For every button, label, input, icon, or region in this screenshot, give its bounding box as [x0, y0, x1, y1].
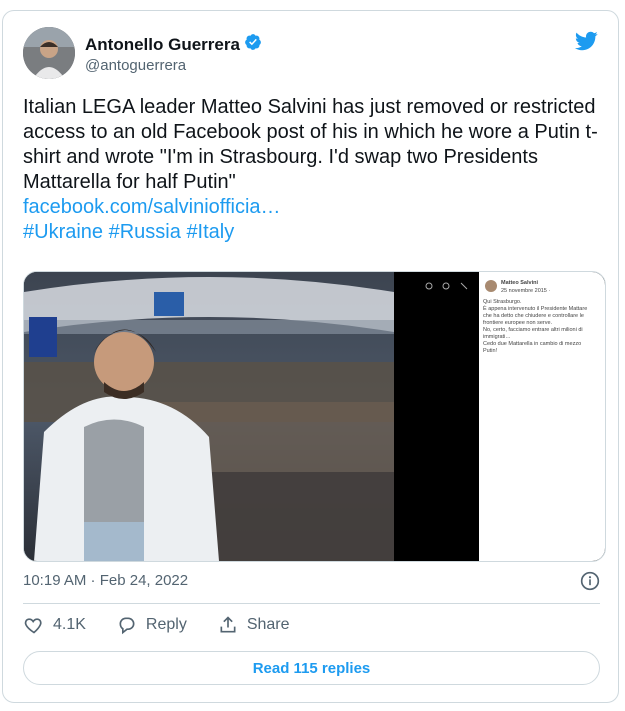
read-replies-label: Read 115 replies — [252, 659, 371, 677]
avatar[interactable] — [23, 27, 75, 79]
hashtag-russia[interactable]: #Russia — [109, 221, 181, 243]
read-replies-button[interactable]: Read 115 replies — [23, 651, 600, 685]
tweet-media-image[interactable]: Matteo Salvini 25 novembre 2015 · Qui St… — [23, 271, 606, 562]
hashtag-ukraine[interactable]: #Ukraine — [23, 221, 103, 243]
fb-avatar — [485, 280, 497, 292]
share-button[interactable]: Share — [217, 615, 290, 635]
author-name-text[interactable]: Antonello Guerrera — [85, 35, 240, 55]
tweet-link[interactable]: facebook.com/salviniofficia… — [23, 196, 281, 218]
twitter-bird-icon[interactable] — [572, 29, 600, 53]
fb-author: Matteo Salvini — [501, 280, 538, 286]
reply-button[interactable]: Reply — [116, 615, 187, 635]
hashtag-italy[interactable]: #Italy — [186, 221, 234, 243]
heart-icon — [24, 618, 42, 634]
share-icon — [220, 616, 236, 633]
fb-date: 25 novembre 2015 · — [501, 288, 550, 294]
fb-line-8: Putin! — [483, 348, 498, 354]
fb-line-4: frontiere europee non serve. — [483, 320, 553, 326]
tweet-timestamp[interactable]: 10:19 AM · Feb 24, 2022 — [23, 572, 188, 589]
info-icon[interactable] — [580, 571, 600, 591]
share-label: Share — [246, 616, 290, 633]
tweet-body: Italian LEGA leader Matteo Salvini has j… — [23, 96, 598, 193]
fb-line-6: immigrati… — [483, 334, 511, 340]
action-bar: 4.1K Reply Share — [23, 615, 320, 635]
verified-badge-icon — [244, 33, 262, 56]
like-button[interactable]: 4.1K — [23, 615, 86, 635]
fb-line-5: No, certo, facciamo entrare altri milion… — [483, 327, 583, 333]
author-name[interactable]: Antonello Guerrera — [85, 33, 262, 56]
divider — [23, 603, 600, 604]
reply-icon — [119, 617, 135, 635]
fb-line-7: Cedo due Mattarella in cambio di mezzo — [483, 341, 581, 347]
fb-line-2: È appena intervenuto il Presidente Matta… — [483, 305, 587, 312]
tweet-card: Antonello Guerrera @antoguerrera Italian… — [2, 10, 619, 703]
author-handle[interactable]: @antoguerrera — [85, 57, 186, 74]
fb-line-3: che ha detto che chiudere e controllare … — [483, 313, 584, 319]
reply-label: Reply — [145, 616, 187, 633]
fb-line-1: Qui Strasburgo. — [483, 299, 522, 305]
tweet-text: Italian LEGA leader Matteo Salvini has j… — [23, 95, 603, 245]
like-count: 4.1K — [53, 616, 86, 633]
